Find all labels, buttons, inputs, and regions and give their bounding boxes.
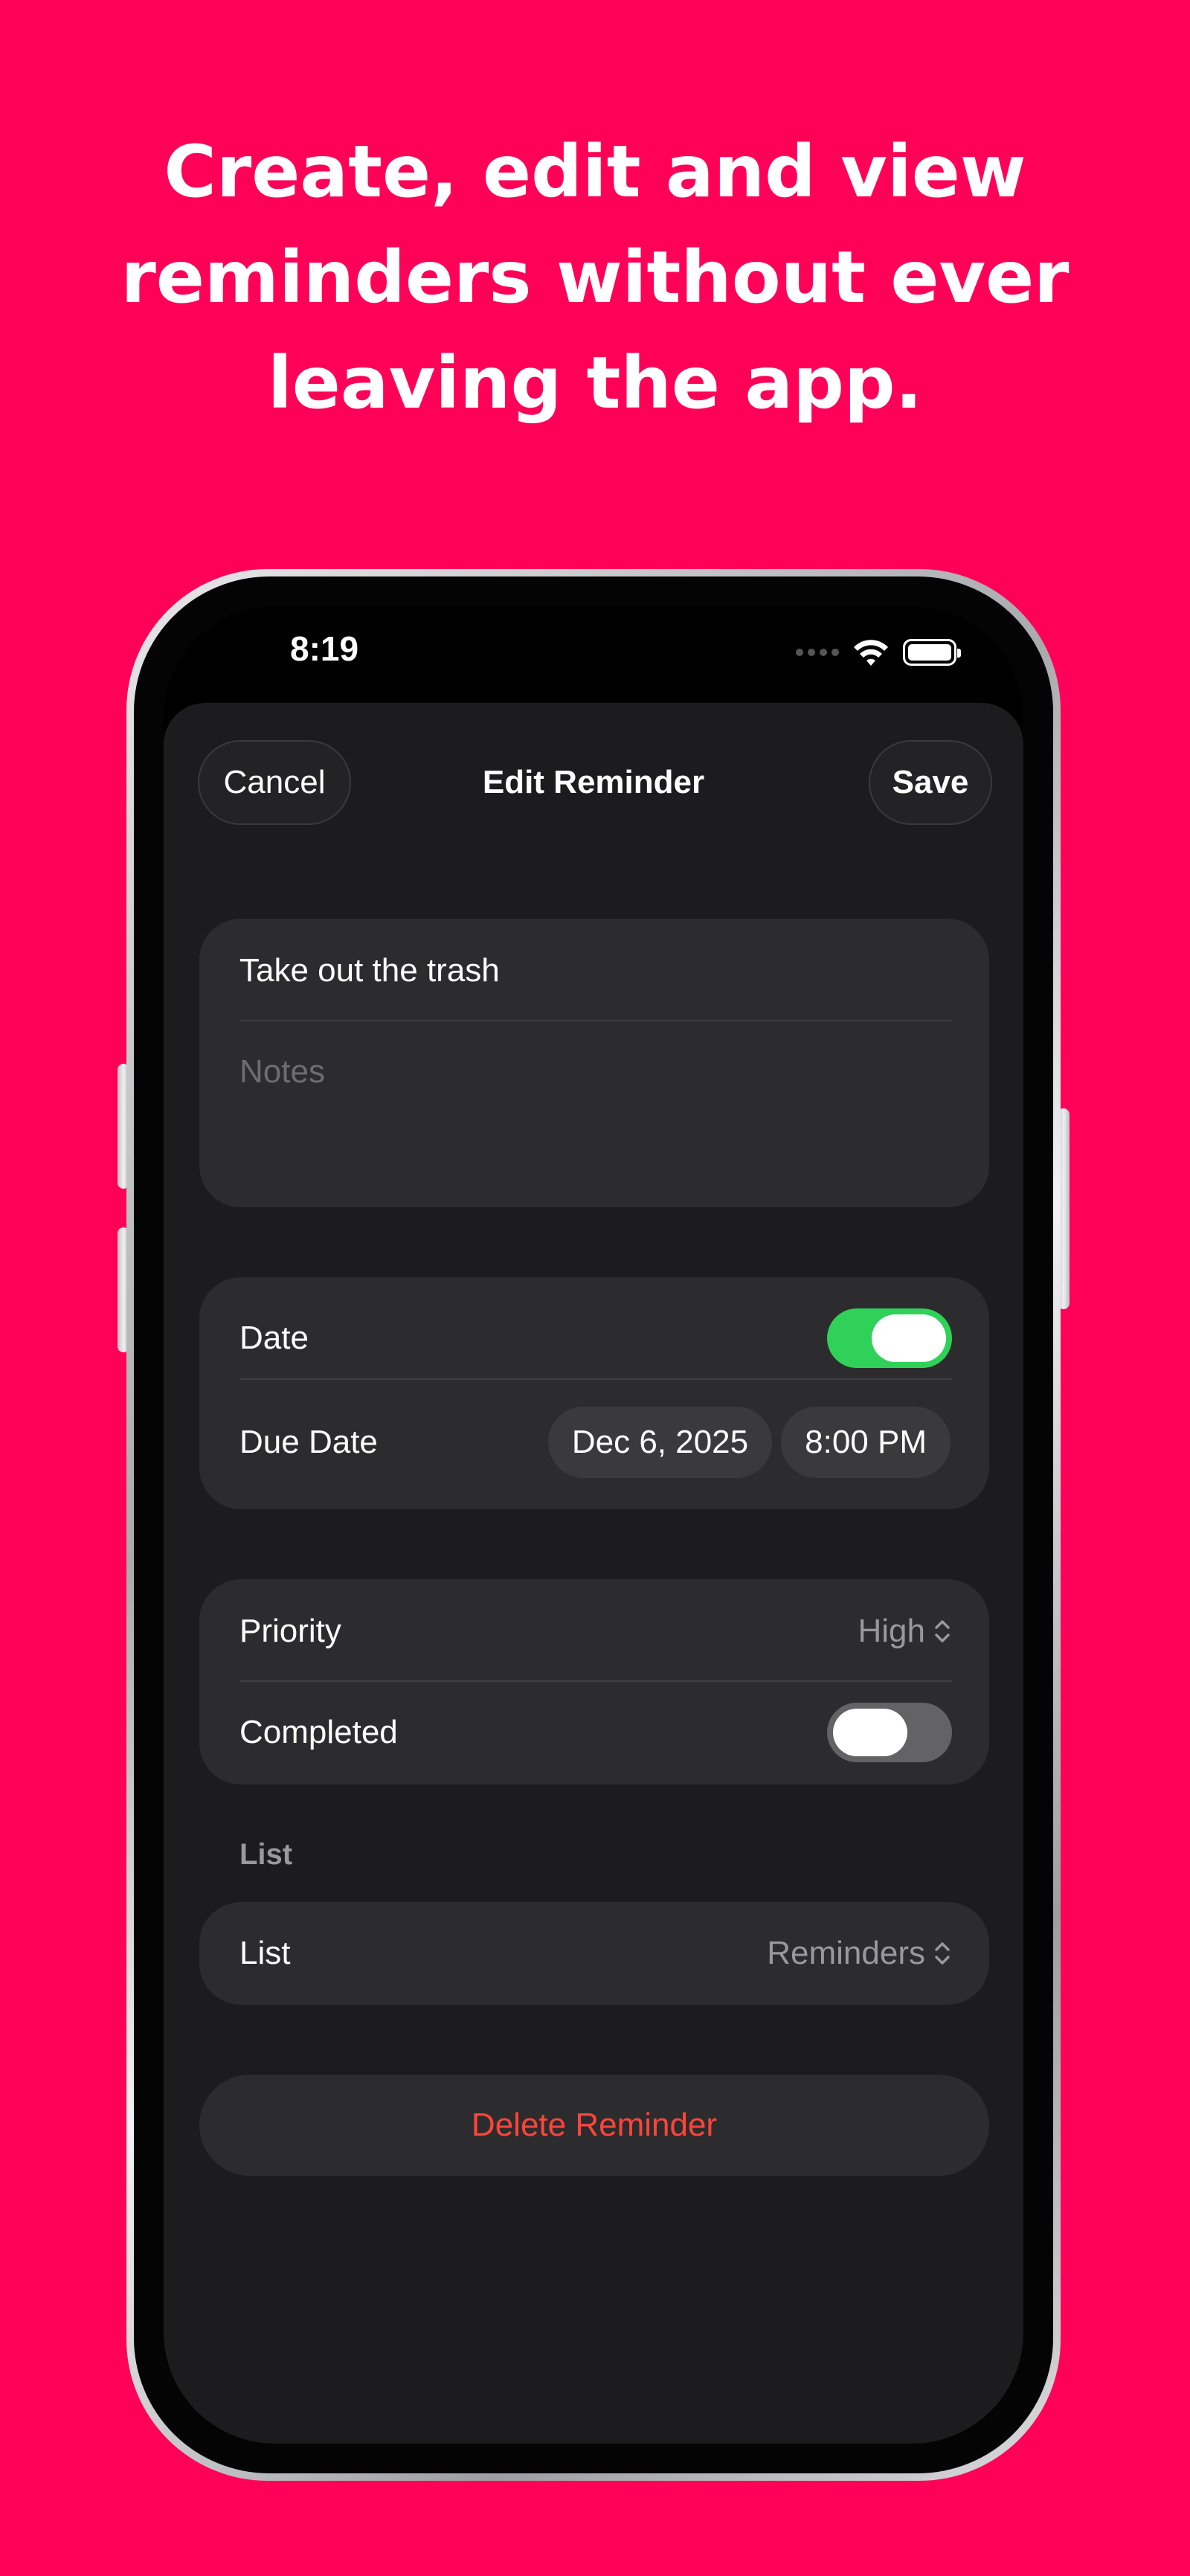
date-row: Date xyxy=(239,1294,952,1383)
wifi-icon xyxy=(854,640,888,666)
chevron-up-down-icon xyxy=(935,1942,950,1965)
cancel-button[interactable]: Cancel xyxy=(198,740,351,825)
headline-line-2: reminders without ever xyxy=(120,236,1070,319)
due-date-row: Due Date Dec 6, 2025 8:00 PM xyxy=(239,1398,951,1487)
status-icons xyxy=(796,636,961,669)
title-field[interactable]: Take out the trash xyxy=(239,934,952,1008)
save-button[interactable]: Save xyxy=(869,740,992,825)
headline-line-3: leaving the app. xyxy=(267,341,923,425)
priority-value: High xyxy=(858,1613,926,1649)
priority-row[interactable]: Priority High xyxy=(239,1594,952,1668)
completed-label: Completed xyxy=(239,1714,398,1750)
phone-screen: 8:19 Cancel Edit Reminder Save Take out … xyxy=(164,606,1023,2444)
list-row[interactable]: List Reminders xyxy=(239,1916,952,1991)
notes-placeholder: Notes xyxy=(239,1053,325,1090)
priority-picker[interactable]: High xyxy=(858,1613,953,1650)
list-label: List xyxy=(239,1935,291,1971)
list-value: Reminders xyxy=(767,1935,925,1971)
list-section-header: List xyxy=(239,1838,293,1871)
page-title: Edit Reminder xyxy=(482,764,705,800)
status-group: Priority High Completed xyxy=(199,1579,989,1785)
signal-dots-icon xyxy=(796,649,839,656)
date-label: Date xyxy=(239,1320,309,1356)
list-picker[interactable]: Reminders xyxy=(767,1935,952,1972)
delete-reminder-button[interactable]: Delete Reminder xyxy=(199,2075,989,2176)
title-value: Take out the trash xyxy=(239,952,500,989)
due-time-picker[interactable]: 8:00 PM xyxy=(781,1407,951,1478)
details-group: Take out the trash Notes xyxy=(199,919,989,1207)
headline-line-1: Create, edit and view xyxy=(164,130,1026,213)
completed-row: Completed xyxy=(239,1695,952,1770)
list-group: List Reminders xyxy=(199,1902,989,2005)
marketing-headline: Create, edit and view reminders without … xyxy=(74,119,1116,436)
priority-label: Priority xyxy=(239,1613,341,1649)
date-group: Date Due Date Dec 6, 2025 8:00 PM xyxy=(199,1277,989,1509)
status-time: 8:19 xyxy=(290,629,359,668)
date-toggle[interactable] xyxy=(827,1308,952,1368)
battery-icon xyxy=(903,639,961,666)
due-date-label: Due Date xyxy=(239,1424,378,1460)
edit-reminder-sheet: Cancel Edit Reminder Save Take out the t… xyxy=(164,703,1023,2444)
chevron-up-down-icon xyxy=(935,1620,950,1642)
notes-field[interactable]: Notes xyxy=(239,1035,952,1109)
completed-toggle[interactable] xyxy=(827,1703,952,1762)
due-date-picker[interactable]: Dec 6, 2025 xyxy=(547,1407,773,1478)
